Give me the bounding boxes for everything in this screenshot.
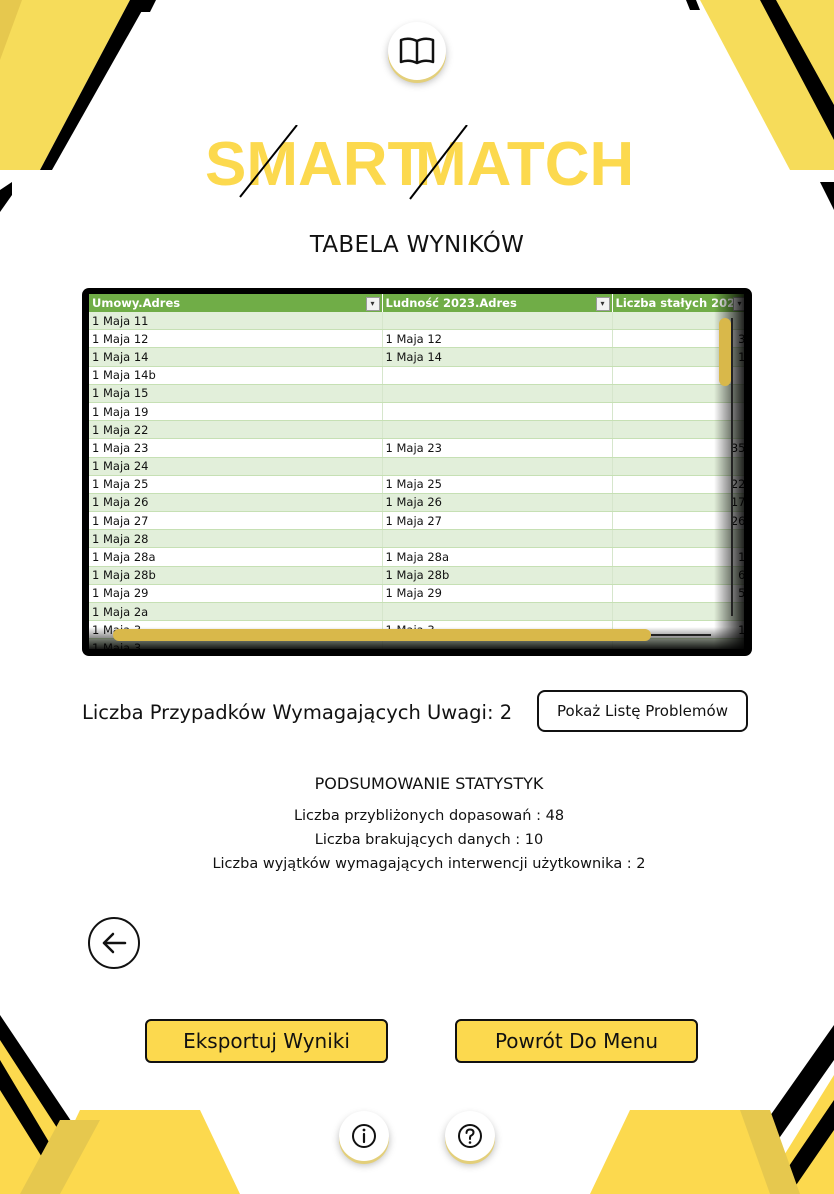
- table-row[interactable]: 1 Maja 121 Maja 123: [89, 329, 744, 349]
- table-cell: 1 Maja 15: [89, 384, 383, 403]
- table-row[interactable]: 1 Maja 22: [89, 420, 744, 440]
- table-cell: 1 Maja 25: [382, 475, 613, 494]
- stats-title: PODSUMOWANIE STATYSTYK: [314, 774, 544, 793]
- table-row[interactable]: 1 Maja 11: [89, 312, 744, 331]
- book-icon: [399, 37, 435, 65]
- table-row[interactable]: 1 Maja 141 Maja 141: [89, 347, 744, 367]
- table-cell: 1 Maja 27: [382, 511, 613, 531]
- table-row[interactable]: 1 Maja 271 Maja 2726: [89, 511, 744, 531]
- table-cell: [382, 384, 613, 403]
- table-cell: 1 Maja 12: [89, 329, 383, 349]
- horizontal-scroll-track: [651, 634, 711, 636]
- table-cell: [382, 402, 613, 422]
- stat-line: Liczba wyjątków wymagających interwencji…: [212, 856, 646, 872]
- table-row[interactable]: 1 Maja 28b1 Maja 28b6: [89, 566, 744, 585]
- table-cell: 1 Maja 26: [382, 493, 613, 513]
- table-cell: 1 Maja 29: [89, 584, 383, 604]
- table-cell: 1 Maja 28: [89, 529, 383, 549]
- table-cell: 1 Maja 24: [89, 457, 383, 476]
- table-cell: 1 Maja 19: [89, 402, 383, 422]
- table-row[interactable]: 1 Maja 19: [89, 402, 744, 422]
- table-row[interactable]: 1 Maja 14b: [89, 366, 744, 385]
- back-button[interactable]: [88, 917, 140, 969]
- table-cell: 1 Maja 11: [89, 312, 383, 331]
- table-cell: 1 Maja 23: [382, 438, 613, 458]
- guide-button[interactable]: [388, 22, 446, 80]
- table-row[interactable]: 1 Maja 15: [89, 384, 744, 403]
- table-cell: 1 Maja 22: [89, 420, 383, 440]
- table-cell: 1 Maja 2a: [89, 602, 383, 622]
- info-button[interactable]: [339, 1111, 389, 1161]
- table-row[interactable]: 1 Maja 231 Maja 2335: [89, 438, 744, 458]
- page-title: TABELA WYNIKÓW: [309, 232, 525, 258]
- export-results-button[interactable]: Eksportuj Wyniki: [145, 1019, 388, 1063]
- filter-icon[interactable]: ▾: [365, 297, 380, 311]
- help-button[interactable]: [445, 1111, 495, 1161]
- table-row[interactable]: 1 Maja 24: [89, 457, 744, 476]
- arrow-left-icon: [102, 932, 127, 954]
- table-cell: 1 Maja 28b: [89, 566, 383, 585]
- issues-count-label: Liczba Przypadków Wymagających Uwagi: 2: [82, 701, 513, 724]
- logo-text-right: MATCH: [415, 130, 630, 199]
- table-cell: [382, 420, 613, 440]
- table-cell: 1 Maja 28a: [382, 547, 613, 567]
- table-cell: 1 Maja 14: [89, 347, 383, 367]
- table-cell: 1 Maja 27: [89, 511, 383, 531]
- horizontal-scrollbar[interactable]: [113, 629, 651, 641]
- table-cell: 1 Maja 26: [89, 493, 383, 513]
- table-cell: 1 Maja 14: [382, 347, 613, 367]
- table-cell: 1 Maja 25: [89, 475, 383, 494]
- vertical-scroll-track: [731, 318, 733, 616]
- smartmatch-logo: SMART MATCH: [205, 125, 630, 200]
- table-row[interactable]: 1 Maja 261 Maja 2617: [89, 493, 744, 513]
- table-cell: 1 Maja 29: [382, 584, 613, 604]
- table-row[interactable]: 1 Maja 28a1 Maja 28a1: [89, 547, 744, 567]
- filter-icon[interactable]: ▾: [595, 297, 610, 311]
- column-header[interactable]: Ludność 2023.Adres ▾: [382, 294, 613, 312]
- table-row[interactable]: 1 Maja 251 Maja 2522: [89, 475, 744, 494]
- info-icon: [352, 1124, 376, 1148]
- table-cell: 1 Maja 28a: [89, 547, 383, 567]
- table-cell: [382, 529, 613, 549]
- table-cell: 1 Maja 14b: [89, 366, 383, 385]
- column-header[interactable]: Umowy.Adres ▾: [89, 294, 383, 312]
- table-cell: [382, 312, 613, 331]
- help-icon: [458, 1124, 482, 1148]
- table-cell: [382, 602, 613, 622]
- logo-text-left: SMART: [205, 130, 426, 199]
- table-row[interactable]: 1 Maja 291 Maja 295: [89, 584, 744, 604]
- show-problems-button[interactable]: Pokaż Listę Problemów: [537, 690, 748, 732]
- table-cell: 1 Maja 28b: [382, 566, 613, 585]
- table-cell: [382, 457, 613, 476]
- table-row[interactable]: 1 Maja 28: [89, 529, 744, 549]
- table-cell: [382, 366, 613, 385]
- table-cell: 1 Maja 12: [382, 329, 613, 349]
- back-to-menu-button[interactable]: Powrót Do Menu: [455, 1019, 698, 1063]
- stat-line: Liczba przybliżonych dopasowań : 48: [293, 808, 565, 824]
- table-cell: 1 Maja 23: [89, 438, 383, 458]
- stat-line: Liczba brakujących danych : 10: [314, 832, 544, 848]
- table-row[interactable]: 1 Maja 2a: [89, 602, 744, 622]
- results-table: Umowy.Adres ▾ Ludność 2023.Adres ▾ Liczba …: [82, 288, 752, 656]
- vertical-scrollbar[interactable]: [719, 318, 731, 386]
